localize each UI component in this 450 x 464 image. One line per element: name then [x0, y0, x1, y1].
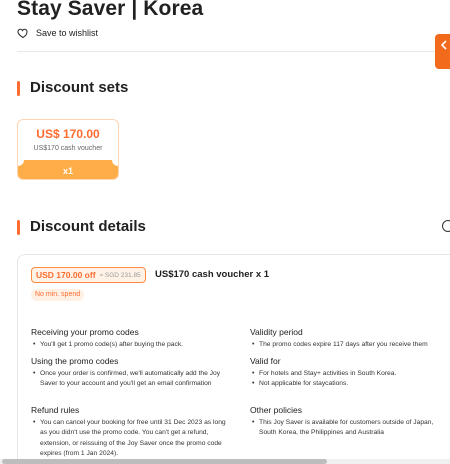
side-tab-button[interactable]: [435, 34, 450, 69]
discount-converted-amount: ≈ SGD 231.85: [99, 271, 141, 279]
chevron-left-icon: [440, 40, 447, 50]
scrollbar-thumb[interactable]: [2, 459, 327, 464]
discount-badge: USD 170.00 off ≈ SGD 231.85: [31, 267, 146, 283]
discount-details-heading: Discount details: [30, 218, 146, 235]
policy-item: You can cancel your booking for free unt…: [31, 418, 231, 460]
heart-outline-icon: [17, 28, 28, 39]
policy-refund: Refund rules You can cancel your booking…: [31, 405, 231, 460]
voucher-card[interactable]: US$ 170.00 US$170 cash voucher x1: [17, 119, 119, 180]
policy-item: Not applicable for staycations.: [250, 379, 450, 390]
discount-sets-heading: Discount sets: [30, 79, 129, 96]
policy-validity: Validity period The promo codes expire 1…: [250, 327, 450, 351]
policy-using: Using the promo codes Once your order is…: [31, 356, 226, 390]
policy-item: The promo codes expire 117 days after yo…: [250, 340, 450, 351]
policy-other: Other policies This Joy Saver is availab…: [250, 405, 445, 439]
info-circle-icon[interactable]: [442, 220, 450, 232]
horizontal-scrollbar[interactable]: [0, 459, 450, 464]
policy-item: Once your order is confirmed, we'll auto…: [31, 369, 226, 390]
voucher-quantity: x1: [62, 166, 73, 176]
cash-voucher-title: US$170 cash voucher x 1: [155, 269, 270, 280]
policy-item: You'll get 1 promo code(s) after buying …: [31, 340, 226, 351]
policy-title: Receiving your promo codes: [31, 327, 139, 337]
section-accent-bar: [17, 220, 20, 235]
policy-item: This Joy Saver is available for customer…: [250, 418, 445, 439]
policy-item: For hotels and Stay+ activities in South…: [250, 369, 450, 380]
divider: [17, 51, 450, 52]
voucher-description: US$170 cash voucher: [33, 145, 103, 152]
section-accent-bar: [17, 81, 20, 96]
policy-title: Refund rules: [31, 405, 80, 415]
discount-amount: USD 170.00 off: [36, 270, 96, 280]
policy-title: Other policies: [250, 405, 302, 415]
policy-title: Valid for: [250, 356, 281, 366]
policy-receiving: Receiving your promo codes You'll get 1 …: [31, 327, 226, 351]
policy-title: Validity period: [250, 327, 303, 337]
wishlist-label: Save to wishlist: [36, 28, 99, 38]
page-title: Stay Saver | Korea: [17, 0, 204, 20]
voucher-price: US$ 170.00: [36, 127, 100, 141]
policy-title: Using the promo codes: [31, 356, 119, 366]
min-spend-badge: No min. spend: [31, 289, 85, 301]
save-to-wishlist-button[interactable]: Save to wishlist: [17, 27, 98, 39]
policy-valid-for: Valid for For hotels and Stay+ activitie…: [250, 356, 450, 390]
